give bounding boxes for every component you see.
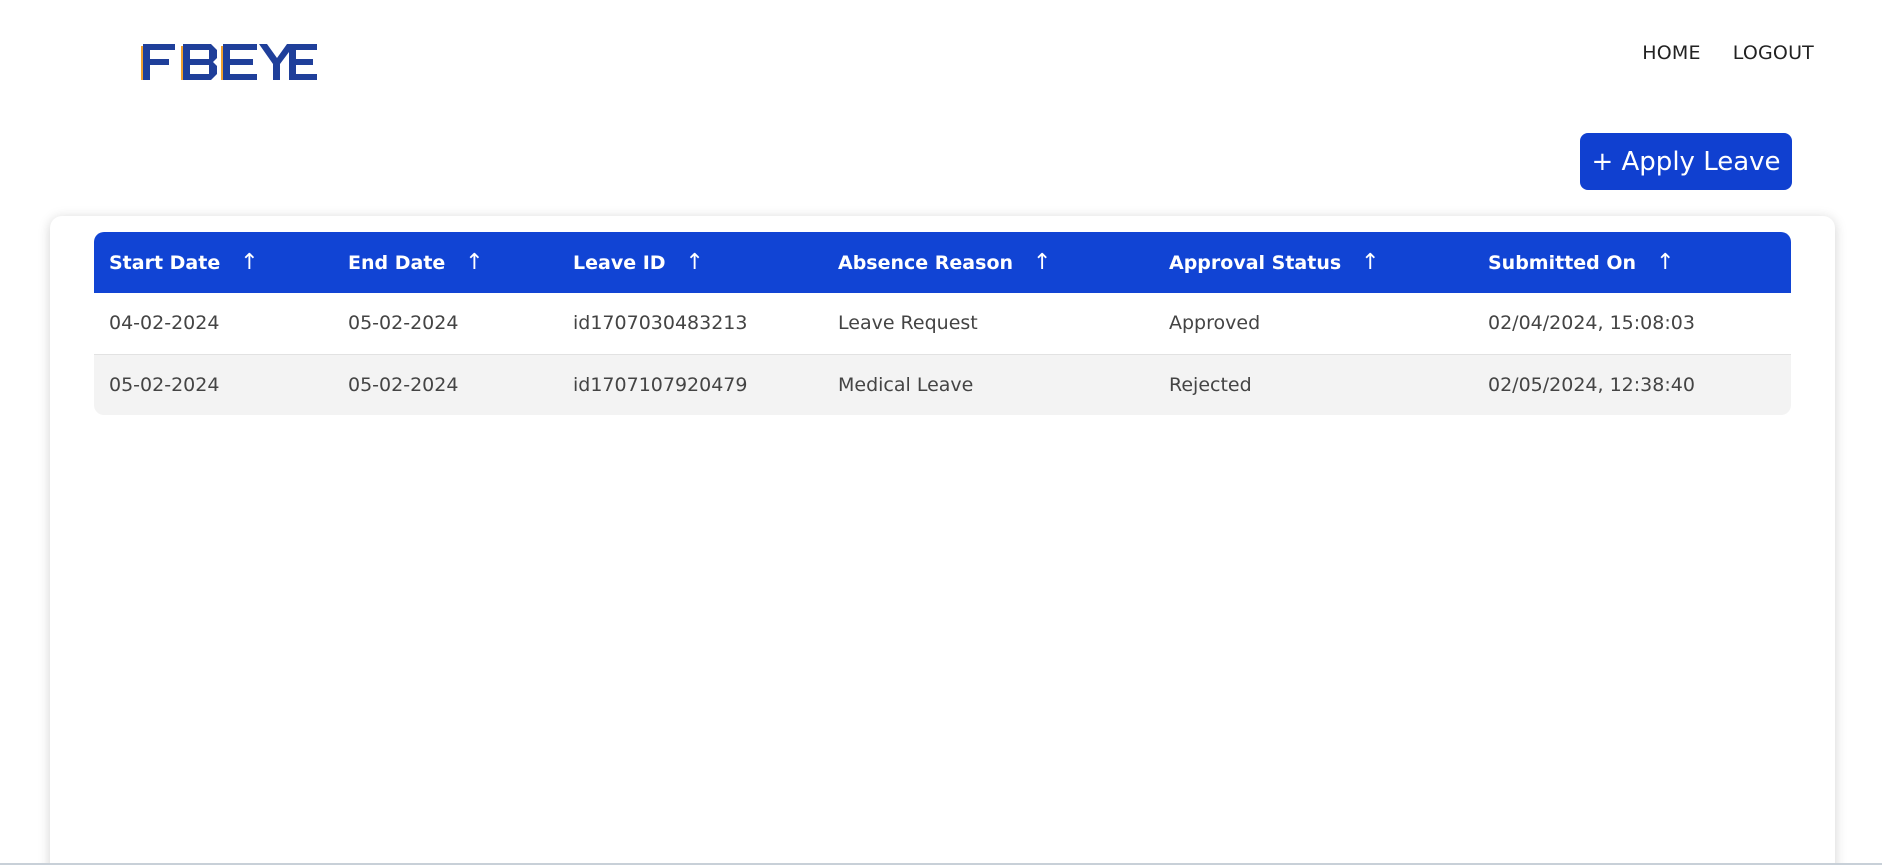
sort-arrow-icon[interactable]: ↑ — [240, 250, 258, 275]
column-header-leave-id[interactable]: Leave ID ↑ — [558, 232, 823, 293]
nav-logout-link[interactable]: LOGOUT — [1733, 42, 1814, 64]
leave-table-body: 04-02-2024 05-02-2024 id1707030483213 Le… — [94, 293, 1791, 415]
cell-end-date: 05-02-2024 — [333, 293, 558, 355]
column-label: Leave ID — [573, 252, 666, 274]
column-label: End Date — [348, 252, 446, 274]
cell-approval-status: Approved — [1154, 293, 1473, 355]
sort-arrow-icon[interactable]: ↑ — [465, 250, 483, 275]
cell-submitted-on: 02/05/2024, 12:38:40 — [1473, 354, 1791, 415]
column-label: Submitted On — [1488, 252, 1637, 274]
sort-arrow-icon[interactable]: ↑ — [1033, 250, 1051, 275]
sort-arrow-icon[interactable]: ↑ — [686, 250, 704, 275]
column-header-absence-reason[interactable]: Absence Reason ↑ — [823, 232, 1154, 293]
column-header-submitted-on[interactable]: Submitted On ↑ — [1473, 232, 1791, 293]
cell-approval-status: Rejected — [1154, 354, 1473, 415]
cell-end-date: 05-02-2024 — [333, 354, 558, 415]
cell-absence-reason: Leave Request — [823, 293, 1154, 355]
column-label: Absence Reason — [838, 252, 1014, 274]
cell-leave-id: id1707030483213 — [558, 293, 823, 355]
leave-table: Start Date ↑ End Date ↑ Leave ID ↑ Absence … — [94, 232, 1791, 415]
cell-start-date: 04-02-2024 — [94, 293, 333, 355]
top-header: HOME LOGOUT — [0, 0, 1882, 120]
cell-leave-id: id1707107920479 — [558, 354, 823, 415]
fbeye-logo-mark — [141, 44, 317, 80]
sort-arrow-icon[interactable]: ↑ — [1656, 250, 1674, 275]
leave-table-wrapper: Start Date ↑ End Date ↑ Leave ID ↑ Absence … — [94, 232, 1791, 415]
apply-leave-button[interactable]: + Apply Leave — [1580, 133, 1792, 190]
column-header-end-date[interactable]: End Date ↑ — [333, 232, 558, 293]
column-label: Start Date — [109, 252, 221, 274]
app-root: HOME LOGOUT + Apply Leave Start Date↑ E — [0, 0, 1882, 865]
cell-start-date: 05-02-2024 — [94, 354, 333, 415]
leave-table-card: Start Date ↑ End Date ↑ Leave ID ↑ Absence … — [50, 216, 1835, 865]
sort-arrow-icon[interactable]: ↑ — [1361, 250, 1379, 275]
cell-submitted-on: 02/04/2024, 15:08:03 — [1473, 293, 1791, 355]
leave-table-header: Start Date ↑ End Date ↑ Leave ID ↑ Absence … — [94, 232, 1791, 293]
column-label: Approval Status — [1169, 252, 1342, 274]
column-header-start-date[interactable]: Start Date ↑ — [94, 232, 333, 293]
table-row[interactable]: 04-02-2024 05-02-2024 id1707030483213 Le… — [94, 293, 1791, 355]
main-nav: HOME LOGOUT — [1642, 42, 1814, 64]
cell-absence-reason: Medical Leave — [823, 354, 1154, 415]
fbeye-logo[interactable] — [139, 40, 317, 84]
table-row[interactable]: 05-02-2024 05-02-2024 id1707107920479 Me… — [94, 354, 1791, 415]
nav-home-link[interactable]: HOME — [1642, 42, 1700, 64]
column-header-approval-status[interactable]: Approval Status ↑ — [1154, 232, 1473, 293]
